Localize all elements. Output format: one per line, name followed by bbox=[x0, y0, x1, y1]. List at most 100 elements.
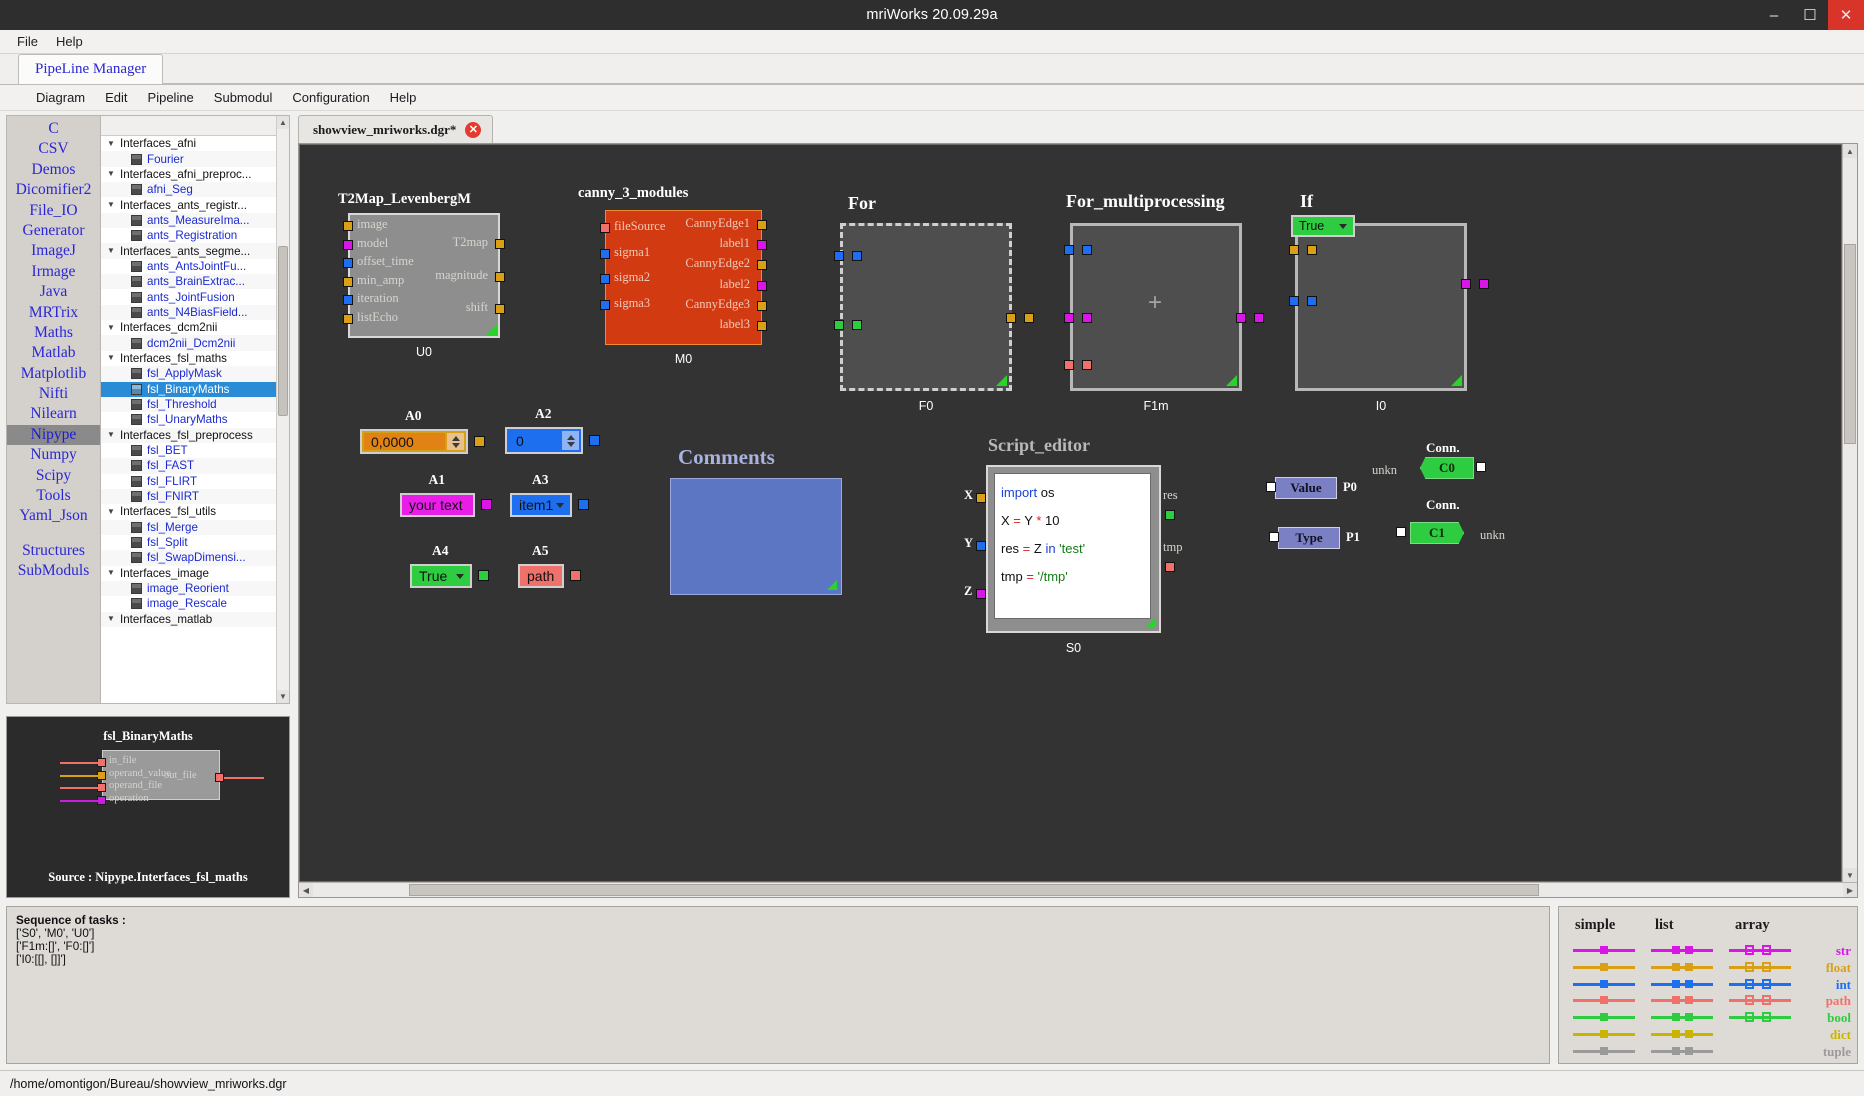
scroll-down-icon[interactable]: ▼ bbox=[1843, 868, 1857, 882]
container-port-f1m[interactable] bbox=[1236, 313, 1246, 323]
connector-port-c1[interactable] bbox=[1396, 527, 1406, 537]
tree-item-row[interactable]: fsl_FAST bbox=[101, 458, 276, 474]
tree-group-row[interactable]: ▼ Interfaces_afni_preproc... bbox=[101, 167, 276, 182]
script-output-port-tmp[interactable] bbox=[1165, 562, 1175, 572]
category-item-nifti[interactable]: Nifti bbox=[7, 384, 100, 404]
resize-handle-icon[interactable] bbox=[996, 375, 1007, 386]
output-port-CannyEdge2[interactable] bbox=[757, 260, 767, 271]
widget-value-A2[interactable]: 0 bbox=[509, 431, 560, 450]
widget-value-A0[interactable]: 0,0000 bbox=[364, 433, 445, 450]
preview-input-port[interactable] bbox=[97, 783, 106, 792]
scroll-up-icon[interactable]: ▲ bbox=[277, 116, 289, 129]
container-port-i0[interactable] bbox=[1461, 279, 1471, 289]
output-port-magnitude[interactable] bbox=[495, 271, 505, 282]
tree-item-row[interactable]: image_Reorient bbox=[101, 580, 276, 597]
tree-item-row[interactable]: fsl_FLIRT bbox=[101, 474, 276, 489]
resize-handle-icon[interactable] bbox=[827, 580, 837, 590]
chevron-down-icon[interactable]: ▼ bbox=[107, 569, 120, 577]
widget-port-A2[interactable] bbox=[589, 434, 600, 446]
menu-item-help-sub[interactable]: Help bbox=[380, 88, 427, 107]
output-port-CannyEdge1[interactable] bbox=[757, 220, 767, 230]
minimize-button[interactable]: – bbox=[1756, 0, 1792, 30]
scroll-up-icon[interactable]: ▲ bbox=[1843, 144, 1857, 158]
container-port-i0[interactable] bbox=[1307, 245, 1317, 255]
script-input-port-Z[interactable] bbox=[976, 589, 986, 599]
container-port-f1m[interactable] bbox=[1082, 313, 1092, 323]
widget-value-A1[interactable]: your text bbox=[402, 495, 473, 515]
chevron-down-icon[interactable]: ▼ bbox=[107, 323, 120, 332]
scroll-right-icon[interactable]: ▶ bbox=[1843, 883, 1857, 897]
tree-item-row[interactable]: Fourier bbox=[101, 151, 276, 167]
menu-item-help[interactable]: Help bbox=[47, 32, 92, 51]
chevron-up-icon[interactable] bbox=[451, 435, 460, 441]
category-item-nilearn[interactable]: Nilearn bbox=[7, 404, 100, 424]
connector-c1[interactable]: C1 bbox=[1410, 522, 1464, 544]
tab-pipeline-manager[interactable]: PipeLine Manager bbox=[18, 54, 164, 84]
container-port-f1m[interactable] bbox=[1082, 245, 1092, 255]
category-item-matplotlib[interactable]: Matplotlib bbox=[7, 364, 100, 384]
output-port-CannyEdge3[interactable] bbox=[757, 300, 767, 311]
output-port-label1[interactable] bbox=[757, 240, 767, 251]
chevron-down-icon[interactable]: ▼ bbox=[107, 139, 120, 148]
tree-group-row[interactable]: ▼ Interfaces_image bbox=[101, 566, 276, 581]
category-item-c[interactable]: C bbox=[7, 119, 100, 139]
tree-item-row[interactable]: ants_AntsJointFu... bbox=[101, 259, 276, 274]
container-I0[interactable] bbox=[1295, 223, 1467, 391]
menu-item-edit[interactable]: Edit bbox=[95, 88, 137, 107]
tree-group-row[interactable]: ▼ Interfaces_fsl_maths bbox=[101, 351, 276, 366]
chevron-down-icon[interactable] bbox=[451, 442, 460, 448]
document-tab[interactable]: showview_mriworks.dgr* ✕ bbox=[298, 115, 494, 143]
category-item-imagej[interactable]: ImageJ bbox=[7, 241, 100, 261]
container-port-i0[interactable] bbox=[1289, 245, 1299, 255]
category-item-submoduls[interactable]: SubModuls bbox=[7, 561, 100, 581]
chevron-down-icon[interactable]: ▼ bbox=[107, 247, 120, 255]
category-item-nipype[interactable]: Nipype bbox=[7, 424, 100, 446]
tree-group-row[interactable]: ▼ Interfaces_fsl_preprocess bbox=[101, 427, 276, 443]
category-item-numpy[interactable]: Numpy bbox=[7, 445, 100, 465]
chevron-down-icon[interactable]: ▼ bbox=[107, 170, 120, 178]
canvas-vscroll-thumb[interactable] bbox=[1844, 244, 1856, 444]
category-item-csv[interactable]: CSV bbox=[7, 139, 100, 159]
tree-group-row[interactable]: ▼ Interfaces_ants_registr... bbox=[101, 197, 276, 212]
widget-port-A3[interactable] bbox=[578, 499, 589, 510]
widget-port-A1[interactable] bbox=[481, 499, 492, 510]
tree-item-row[interactable]: afni_Seg bbox=[101, 182, 276, 198]
widget-value-A5[interactable]: path bbox=[520, 566, 562, 586]
container-port-f0[interactable] bbox=[834, 320, 844, 330]
tree-item-row[interactable]: ants_Registration bbox=[101, 228, 276, 243]
close-icon[interactable]: ✕ bbox=[465, 121, 482, 138]
comments-box[interactable] bbox=[670, 478, 842, 595]
output-port-T2map[interactable] bbox=[495, 239, 505, 249]
category-item-file_io[interactable]: File_IO bbox=[7, 201, 100, 221]
chevron-down-icon[interactable]: ▼ bbox=[107, 201, 120, 209]
tree-item-row[interactable]: fsl_UnaryMaths bbox=[101, 412, 276, 427]
preview-input-port[interactable] bbox=[97, 758, 106, 767]
spinner-arrows-A0[interactable] bbox=[447, 433, 464, 450]
tree-group-row[interactable]: ▼ Interfaces_afni bbox=[101, 136, 276, 151]
tree-item-row[interactable]: image_Rescale bbox=[101, 596, 276, 611]
tree-group-row[interactable]: ▼ Interfaces_ants_segme... bbox=[101, 243, 276, 259]
container-port-f0[interactable] bbox=[834, 251, 844, 261]
tree-item-row[interactable]: fsl_Merge bbox=[101, 519, 276, 535]
widget-A4[interactable]: True bbox=[410, 564, 472, 588]
param-port-p1[interactable] bbox=[1269, 532, 1279, 542]
category-item-mrtrix[interactable]: MRTrix bbox=[7, 303, 100, 323]
tree-item-row[interactable]: ants_JointFusion bbox=[101, 289, 276, 304]
script-input-port-Y[interactable] bbox=[976, 541, 986, 551]
resize-handle-icon[interactable] bbox=[1451, 375, 1462, 386]
widget-port-A5[interactable] bbox=[570, 570, 581, 581]
chevron-down-icon[interactable]: ▼ bbox=[107, 354, 120, 362]
menu-item-diagram[interactable]: Diagram bbox=[26, 88, 95, 107]
resize-handle-icon[interactable] bbox=[1226, 375, 1237, 386]
category-item-tools[interactable]: Tools bbox=[7, 486, 100, 506]
category-item-structures[interactable]: Structures bbox=[7, 541, 100, 561]
container-port-f1m[interactable] bbox=[1254, 313, 1264, 323]
menu-item-file[interactable]: File bbox=[8, 32, 47, 51]
widget-A2[interactable]: 0 bbox=[505, 427, 583, 454]
tree-group-row[interactable]: ▼ Interfaces_dcm2nii bbox=[101, 320, 276, 335]
container-port-f1m[interactable] bbox=[1064, 313, 1074, 323]
container-port-f0[interactable] bbox=[852, 251, 862, 261]
canvas-hscroll-thumb[interactable] bbox=[409, 884, 1539, 896]
menu-item-pipeline[interactable]: Pipeline bbox=[138, 88, 204, 107]
output-port-shift[interactable] bbox=[495, 304, 505, 314]
